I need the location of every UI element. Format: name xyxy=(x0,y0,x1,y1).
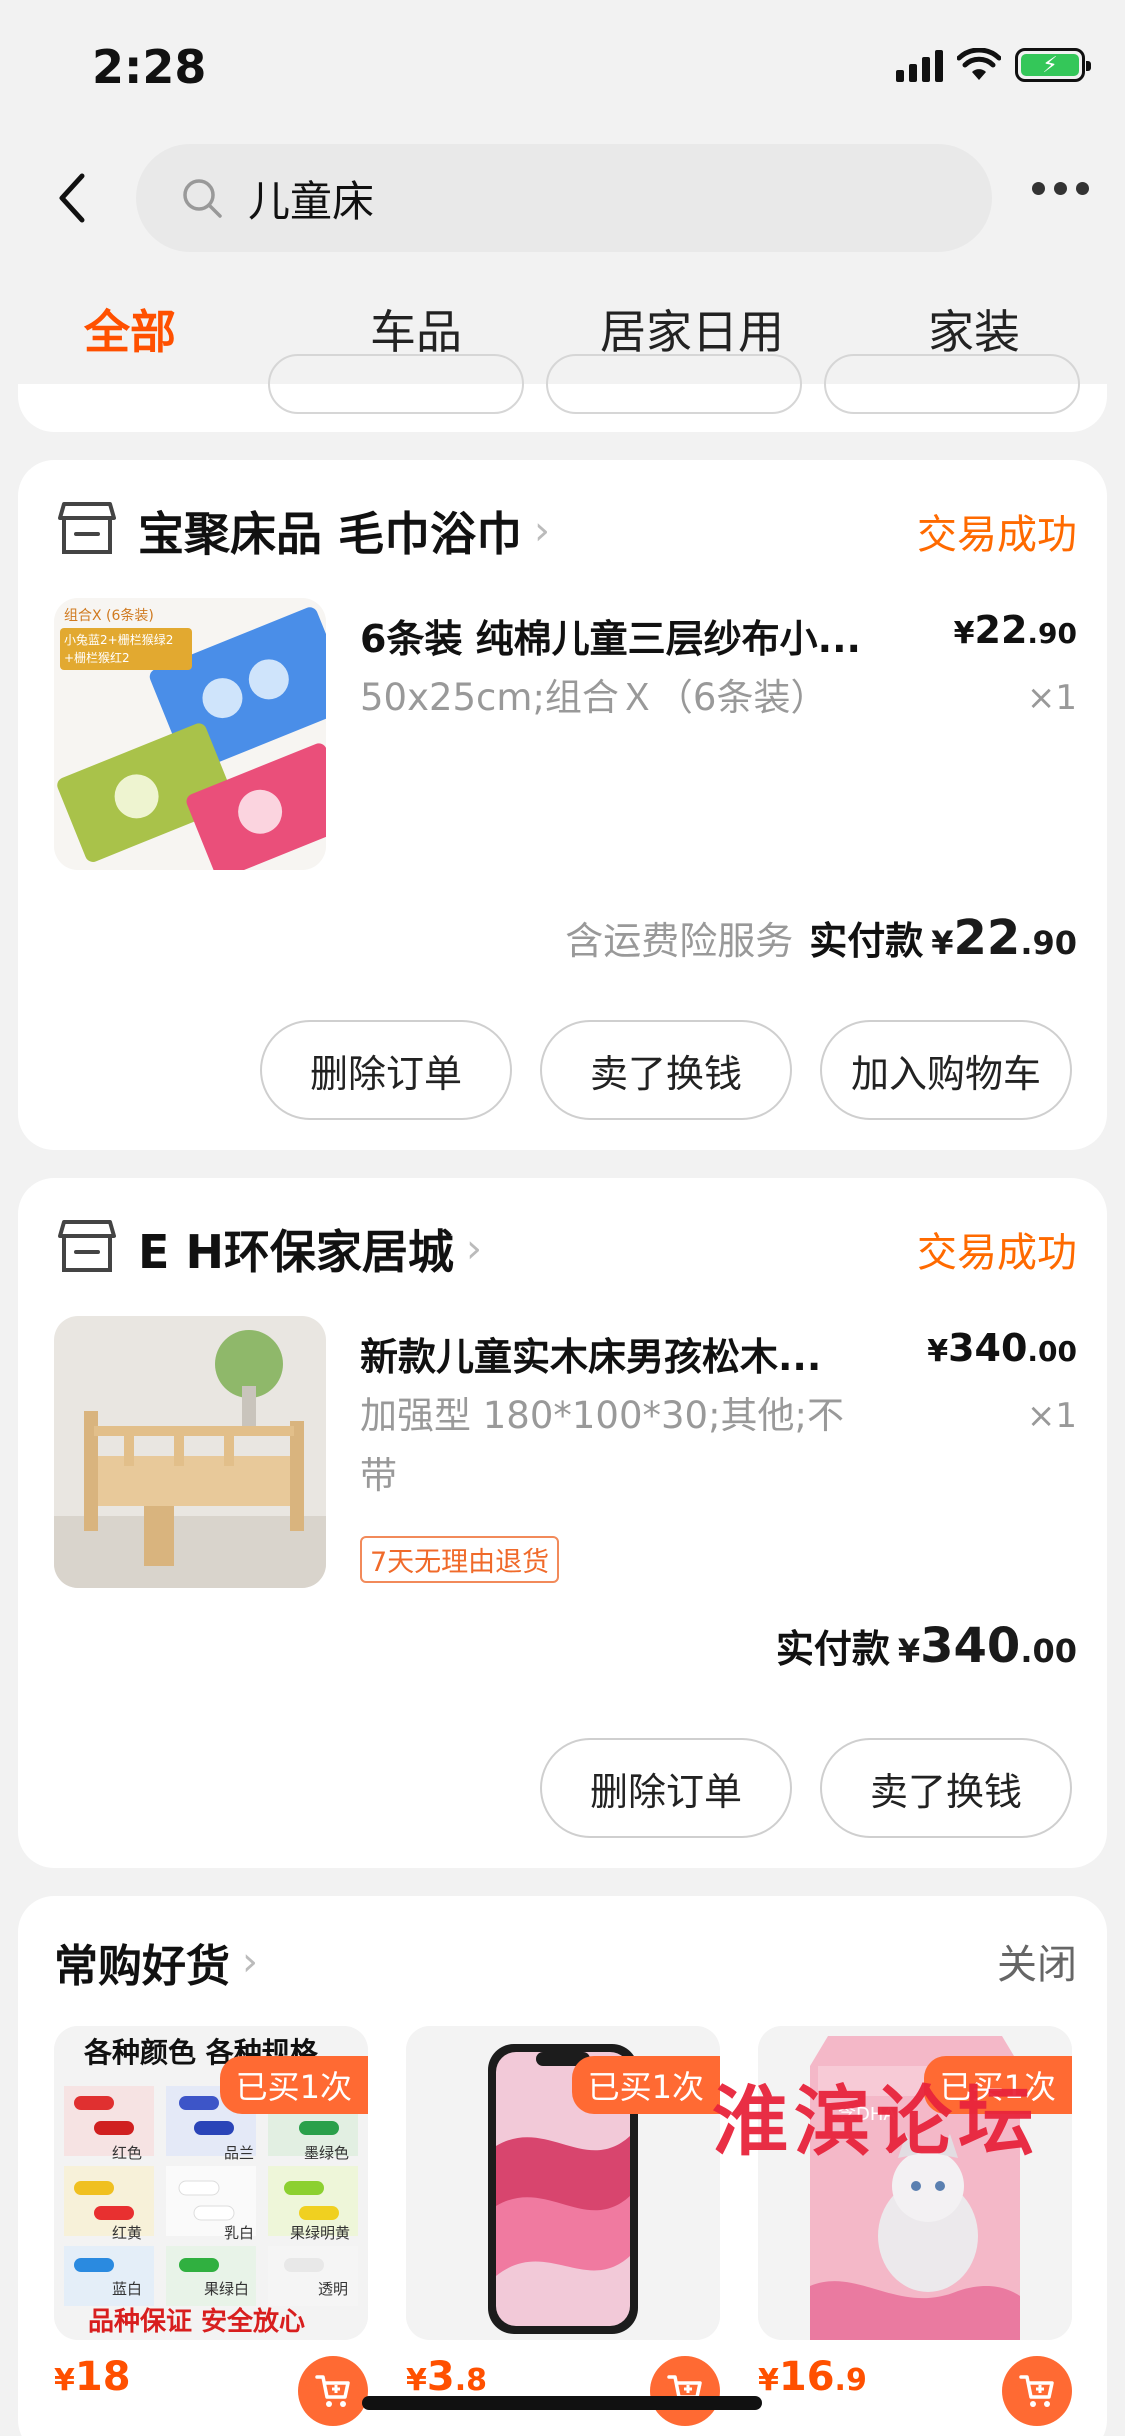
product-qty: ×1 xyxy=(1026,1396,1077,1436)
chevron-right-icon: › xyxy=(534,508,551,554)
signal-icon xyxy=(896,48,943,82)
paid-amount: 实付款 ¥340.00 xyxy=(775,1618,1077,1674)
product-title[interactable]: 6条装 纯棉儿童三层纱布小... xyxy=(360,608,861,663)
recommend-title[interactable]: 常购好货 › xyxy=(54,1930,258,1994)
product-thumbnail[interactable] xyxy=(54,1316,326,1588)
delete-order-button[interactable]: 删除订单 xyxy=(260,1020,512,1120)
item-overlay-bottom: 品种保证 安全放心 xyxy=(88,2306,305,2337)
previous-order-card xyxy=(18,354,1107,432)
tab-home-daily[interactable]: 居家日用 xyxy=(600,296,784,362)
svg-text:+栅栏猴红2: +栅栏猴红2 xyxy=(64,650,130,665)
svg-text:果绿白: 果绿白 xyxy=(204,2280,249,2298)
product-price: ¥22.90 xyxy=(953,608,1077,652)
recommend-item[interactable]: 已买1次 xyxy=(406,2026,720,2340)
tab-all[interactable]: 全部 xyxy=(84,296,176,362)
product-spec: 加强型 180*100*30;其他;不 带 xyxy=(360,1394,845,1497)
home-indicator[interactable] xyxy=(362,2396,762,2410)
shop-name[interactable]: 宝聚床品 毛巾浴巾 › xyxy=(138,498,550,564)
insurance-service: 含运费险服务 xyxy=(565,919,794,963)
delete-order-button[interactable]: 删除订单 xyxy=(540,1738,792,1838)
status-icons: ⚡ xyxy=(896,48,1091,82)
sell-button[interactable]: 卖了换钱 xyxy=(540,1020,792,1120)
search-icon xyxy=(183,179,222,218)
tab-car[interactable]: 车品 xyxy=(370,296,462,362)
product-thumbnail[interactable]: 组合X (6条装) 小兔蓝2+栅栏猴绿2 +栅栏猴红2 xyxy=(54,598,326,870)
order-status: 交易成功 xyxy=(917,512,1077,558)
return-policy-tag: 7天无理由退货 xyxy=(360,1536,560,1583)
chevron-right-icon: › xyxy=(465,1226,482,1272)
more-icon[interactable] xyxy=(1032,182,1089,195)
recommend-item[interactable]: 各种颜色 各种规格 红色 品兰 墨绿色 红黄 乳白 果绿明黄 蓝白 果绿白 透明 xyxy=(54,2026,368,2340)
bought-badge: 已买1次 xyxy=(571,2056,720,2114)
shop-icon xyxy=(58,1220,116,1272)
svg-text:乳白: 乳白 xyxy=(224,2224,254,2242)
bought-badge: 已买1次 xyxy=(219,2056,368,2114)
sell-button[interactable]: 卖了换钱 xyxy=(820,1738,1072,1838)
recommend-price: ¥3.8 xyxy=(406,2354,487,2400)
svg-text:蓝白: 蓝白 xyxy=(112,2280,142,2298)
product-title[interactable]: 新款儿童实木床男孩松木... xyxy=(360,1326,821,1381)
shop-name-text: E H环保家居城 xyxy=(138,1225,454,1279)
back-icon[interactable] xyxy=(52,168,92,228)
add-cart-button[interactable] xyxy=(650,2356,720,2426)
product-qty: ×1 xyxy=(1026,678,1077,718)
shop-name-text: 宝聚床品 毛巾浴巾 xyxy=(138,507,523,561)
status-time: 2:28 xyxy=(92,40,207,94)
tab-home-decor[interactable]: 家装 xyxy=(928,296,1020,362)
svg-text:小兔蓝2+栅栏猴绿2: 小兔蓝2+栅栏猴绿2 xyxy=(64,632,173,647)
add-to-cart-button[interactable]: 加入购物车 xyxy=(820,1020,1072,1120)
svg-text:红黄: 红黄 xyxy=(112,2224,142,2242)
search-text: 儿童床 xyxy=(248,176,375,226)
wifi-icon xyxy=(957,48,1001,80)
order-card: E H环保家居城 › 交易成功 新款儿童实木床男孩松木... ¥340.00 加强… xyxy=(18,1178,1107,1868)
svg-text:果绿明黄: 果绿明黄 xyxy=(290,2224,350,2242)
add-cart-button[interactable] xyxy=(1002,2356,1072,2426)
chevron-right-icon: › xyxy=(242,1939,258,1985)
close-button[interactable]: 关闭 xyxy=(997,1932,1077,1990)
svg-text:品兰: 品兰 xyxy=(224,2144,254,2162)
shop-name[interactable]: E H环保家居城 › xyxy=(138,1216,482,1282)
cart-icon xyxy=(315,2375,350,2407)
thumb-label: 组合X (6条装) xyxy=(64,607,154,624)
product-price: ¥340.00 xyxy=(927,1326,1077,1370)
battery-icon: ⚡ xyxy=(1015,48,1091,82)
svg-text:透明: 透明 xyxy=(318,2280,348,2298)
paid-amount: 含运费险服务 实付款 ¥22.90 xyxy=(565,910,1077,966)
add-cart-button[interactable] xyxy=(298,2356,368,2426)
order-status: 交易成功 xyxy=(917,1230,1077,1276)
product-spec: 50x25cm;组合Ｘ（6条装） xyxy=(360,676,828,719)
cart-icon xyxy=(1019,2375,1054,2407)
svg-text:红色: 红色 xyxy=(112,2144,142,2162)
svg-text:墨绿色: 墨绿色 xyxy=(304,2144,349,2162)
search-input[interactable]: 儿童床 xyxy=(136,144,992,252)
recommend-price: ¥16.9 xyxy=(758,2354,867,2400)
recommend-price: ¥18 xyxy=(54,2354,131,2400)
order-card: 宝聚床品 毛巾浴巾 › 交易成功 组合X (6条装) 小兔蓝2+栅栏猴绿2 +栅栏… xyxy=(18,460,1107,1150)
forum-watermark: 淮滨论坛 xyxy=(712,2077,1040,2166)
shop-icon xyxy=(58,502,116,554)
